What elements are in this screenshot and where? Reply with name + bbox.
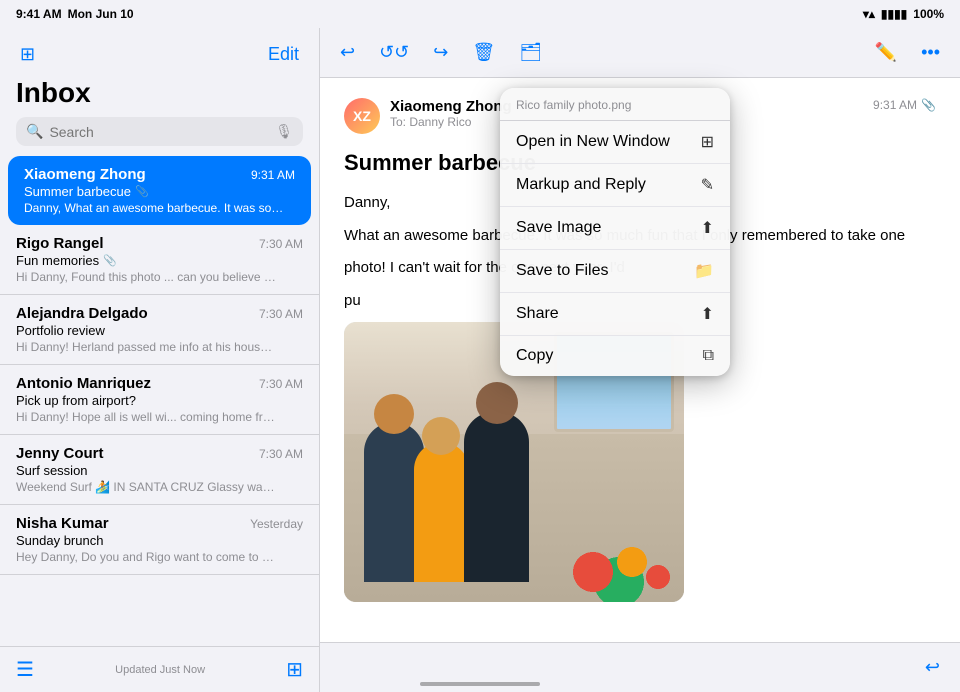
email-list-item[interactable]: Rigo Rangel 7:30 AM Fun memories📎 Hi Dan… — [0, 225, 319, 295]
context-menu-item-share[interactable]: Share ⬆ — [500, 293, 730, 336]
home-bar — [420, 682, 540, 686]
sidebar-header: ⊞ Edit — [0, 28, 319, 77]
search-input[interactable] — [49, 124, 269, 140]
sidebar-footer: ☰ Updated Just Now ⊞ — [0, 646, 319, 692]
email-sender-0: Xiaomeng Zhong — [24, 166, 146, 183]
email-time-1: 7:30 AM — [259, 237, 303, 251]
context-menu-label-3: Save to Files — [516, 262, 608, 280]
status-day: Mon Jun 10 — [68, 7, 134, 21]
status-right: ▾▴ ▮▮▮▮ 100% — [863, 7, 944, 21]
email-subject-5: Sunday brunch — [16, 533, 303, 548]
email-list-item[interactable]: Xiaomeng Zhong 9:31 AM Summer barbecue📎 … — [8, 156, 311, 225]
attachment-badge-0: 📎 — [135, 185, 149, 198]
attachment-badge-1: 📎 — [103, 254, 117, 267]
context-menu: Rico family photo.png Open in New Window… — [500, 88, 730, 376]
battery-level: 100% — [913, 7, 944, 21]
email-sender-4: Jenny Court — [16, 445, 104, 462]
status-time: 9:41 AM — [16, 7, 62, 21]
email-view: ↩ ↺↺ ↪ 🗑 🗂 ✏️ ••• XZ Xiaomeng Zhong To: … — [320, 28, 960, 692]
context-menu-label-2: Save Image — [516, 219, 601, 237]
context-menu-label-4: Share — [516, 305, 559, 323]
status-bar: 9:41 AM Mon Jun 10 ▾▴ ▮▮▮▮ 100% — [0, 0, 960, 28]
sidebar-header-left: ⊞ — [16, 40, 39, 69]
context-menu-overlay: Rico family photo.png Open in New Window… — [320, 28, 960, 692]
context-menu-icon-1: ✎ — [701, 175, 714, 195]
email-time-0: 9:31 AM — [251, 168, 295, 182]
email-preview-5: Hey Danny, Do you and Rigo want to come … — [16, 550, 276, 564]
context-menu-label-1: Markup and Reply — [516, 176, 646, 194]
context-menu-icon-4: ⬆ — [701, 304, 714, 324]
email-list-item[interactable]: Jenny Court 7:30 AM Surf session Weekend… — [0, 435, 319, 505]
app-container: ⊞ Edit Inbox 🔍 🎙 Xiaomeng Zhong 9:31 AM … — [0, 28, 960, 692]
email-list-item[interactable]: Antonio Manriquez 7:30 AM Pick up from a… — [0, 365, 319, 435]
email-sender-1: Rigo Rangel — [16, 235, 104, 252]
email-subject-3: Pick up from airport? — [16, 393, 303, 408]
status-left: 9:41 AM Mon Jun 10 — [16, 7, 134, 21]
search-bar[interactable]: 🔍 🎙 — [16, 117, 303, 146]
email-time-2: 7:30 AM — [259, 307, 303, 321]
edit-button[interactable]: Edit — [264, 40, 303, 69]
email-preview-0: Danny, What an awesome barbecue. It was … — [24, 201, 284, 215]
inbox-title: Inbox — [0, 77, 319, 117]
sidebar-toggle-button[interactable]: ⊞ — [16, 40, 39, 69]
email-time-4: 7:30 AM — [259, 447, 303, 461]
email-subject-4: Surf session — [16, 463, 303, 478]
email-list-item[interactable]: Alejandra Delgado 7:30 AM Portfolio revi… — [0, 295, 319, 365]
email-subject-2: Portfolio review — [16, 323, 303, 338]
email-time-5: Yesterday — [250, 517, 303, 531]
search-icon: 🔍 — [26, 123, 43, 140]
email-preview-4: Weekend Surf 🏄 IN SANTA CRUZ Glassy wave… — [16, 480, 276, 494]
email-preview-1: Hi Danny, Found this photo ... can you b… — [16, 270, 276, 284]
email-sender-5: Nisha Kumar — [16, 515, 109, 532]
email-sender-3: Antonio Manriquez — [16, 375, 151, 392]
email-list-item[interactable]: Nisha Kumar Yesterday Sunday brunch Hey … — [0, 505, 319, 575]
context-menu-label-0: Open in New Window — [516, 133, 670, 151]
context-menu-icon-5: ⧉ — [703, 347, 714, 365]
email-preview-3: Hi Danny! Hope all is well wi... coming … — [16, 410, 276, 424]
wifi-icon: ▾▴ — [863, 7, 875, 21]
filter-icon[interactable]: ☰ — [16, 657, 34, 682]
context-menu-item-save-to-files[interactable]: Save to Files 📁 — [500, 250, 730, 293]
context-menu-icon-0: ⊞ — [701, 132, 714, 152]
email-subject-0: Summer barbecue📎 — [24, 184, 295, 199]
context-menu-item-copy[interactable]: Copy ⧉ — [500, 336, 730, 376]
updated-text: Updated Just Now — [34, 664, 286, 676]
email-sender-2: Alejandra Delgado — [16, 305, 148, 322]
context-menu-icon-2: ⬆ — [701, 218, 714, 238]
sidebar: ⊞ Edit Inbox 🔍 🎙 Xiaomeng Zhong 9:31 AM … — [0, 28, 320, 692]
context-menu-item-open-in-new-window[interactable]: Open in New Window ⊞ — [500, 121, 730, 164]
email-list: Xiaomeng Zhong 9:31 AM Summer barbecue📎 … — [0, 156, 319, 646]
layout-icon[interactable]: ⊞ — [286, 657, 303, 682]
context-menu-icon-3: 📁 — [694, 261, 714, 281]
context-menu-label-5: Copy — [516, 347, 553, 365]
microphone-icon[interactable]: 🎙 — [275, 123, 293, 140]
battery-icon: ▮▮▮▮ — [881, 7, 907, 21]
context-menu-item-markup-and-reply[interactable]: Markup and Reply ✎ — [500, 164, 730, 207]
email-time-3: 7:30 AM — [259, 377, 303, 391]
email-subject-1: Fun memories📎 — [16, 253, 303, 268]
context-menu-item-save-image[interactable]: Save Image ⬆ — [500, 207, 730, 250]
email-preview-2: Hi Danny! Herland passed me info at his … — [16, 340, 276, 354]
context-menu-filename: Rico family photo.png — [500, 88, 730, 121]
